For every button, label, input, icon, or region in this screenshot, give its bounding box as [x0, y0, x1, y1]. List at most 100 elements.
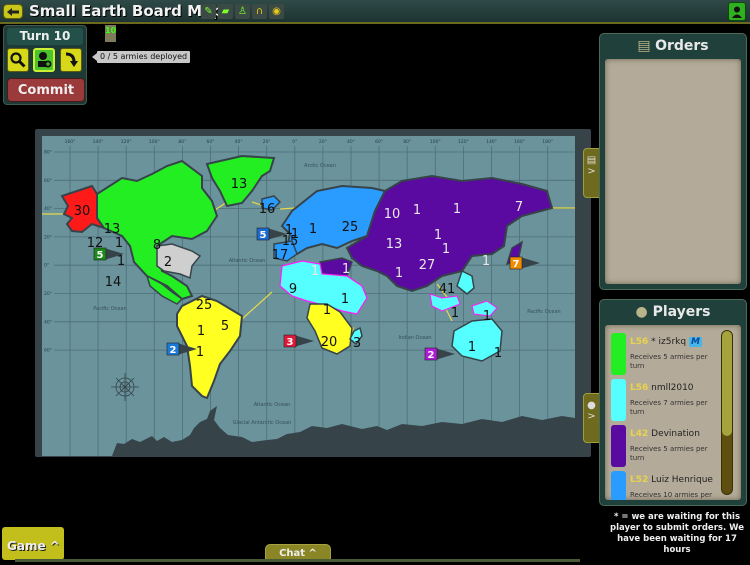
profile-button[interactable]	[728, 2, 746, 21]
map-svg: 160° 140° 120° 100° 80° 60° 40° 20° 0° 20° 40° 60° 8…	[42, 139, 575, 456]
army-count[interactable]: 1	[342, 262, 350, 277]
territory-southeast-asia[interactable]	[456, 269, 475, 295]
army-count[interactable]: 1	[451, 306, 459, 321]
army-count[interactable]: 1	[196, 345, 204, 360]
players-panel: ● Players L56 * iz5rkq M Receives 5 armi…	[599, 299, 747, 506]
army-count[interactable]: 41	[439, 282, 456, 297]
latitude-label: 80°	[44, 150, 52, 156]
army-count[interactable]: 1	[341, 292, 349, 307]
chevron-right-icon: >	[587, 411, 596, 422]
player-row[interactable]: L42 Devination Receives 5 armies per tur…	[611, 425, 723, 471]
army-count[interactable]: 1	[434, 228, 442, 243]
army-count[interactable]: 5	[221, 319, 229, 334]
end-turn-button[interactable]	[60, 48, 82, 72]
army-count[interactable]: 17	[272, 248, 289, 263]
longitude-label: 20°	[319, 139, 327, 145]
player-row[interactable]: L52 Luiz Henrique Receives 10 armies per…	[611, 471, 723, 500]
army-count[interactable]: 13	[104, 222, 121, 237]
player-income: Receives 5 armies per turn	[630, 445, 708, 462]
top-bar: Small Earth Board Map ✎ ▰ ♙ ∩ ◉	[0, 0, 750, 24]
person-icon	[732, 6, 742, 18]
longitude-label: 40°	[235, 139, 243, 145]
head-icon: ●	[587, 400, 596, 411]
vision-icon[interactable]: ◉	[269, 4, 284, 19]
longitude-label: 0°	[292, 139, 297, 145]
game-title: Small Earth Board Map	[29, 2, 223, 20]
player-name: nmll2010	[651, 383, 694, 393]
player-color	[611, 379, 626, 421]
players-scrollbar[interactable]	[721, 330, 733, 495]
army-count[interactable]: 1	[197, 324, 205, 339]
army-count[interactable]: 1	[413, 203, 421, 218]
cards-count-icon[interactable]: 10	[105, 25, 116, 42]
army-count[interactable]: 1	[323, 303, 331, 318]
turn-panel: Turn 10 Commit	[3, 25, 87, 105]
player-name: Luiz Henrique	[651, 475, 713, 485]
army-count[interactable]: 9	[289, 282, 297, 297]
army-count[interactable]: 14	[105, 275, 122, 290]
latitude-label: 20°	[44, 291, 52, 297]
antarctica	[112, 406, 575, 456]
player-name: Devination	[651, 429, 700, 439]
army-count[interactable]: 20	[321, 335, 338, 350]
army-count[interactable]: 1	[309, 222, 317, 237]
army-count[interactable]: 1	[442, 242, 450, 257]
chat-label: Chat	[279, 548, 306, 559]
player-row[interactable]: L56 * iz5rkq M Receives 5 armies per tur…	[611, 333, 723, 379]
army-count[interactable]: 13	[386, 237, 403, 252]
commit-button[interactable]: Commit	[7, 78, 85, 102]
chevron-up-icon: ^	[305, 548, 317, 559]
players-title: Players	[652, 304, 711, 320]
army-count[interactable]: 15	[282, 234, 299, 249]
army-count[interactable]: 1	[483, 309, 491, 324]
orders-header: ▤ Orders	[600, 34, 746, 58]
player-color	[611, 425, 626, 467]
latitude-label: 20°	[44, 234, 52, 240]
player-income: Receives 5 armies per turn	[630, 353, 708, 370]
player-income: Receives 10 armies per turn	[630, 491, 713, 499]
world-map: 160° 140° 120° 100° 80° 60° 40° 20° 0° 20° 40° 60° 8…	[42, 136, 575, 456]
army-count[interactable]: 7	[515, 200, 523, 215]
army-count[interactable]: 10	[384, 207, 401, 222]
army-count[interactable]: 2	[164, 255, 172, 270]
player-row[interactable]: L56 nmll2010 Receives 7 armies per turn	[611, 379, 723, 425]
army-count[interactable]: 1	[468, 340, 476, 355]
army-count[interactable]: 13	[231, 177, 248, 192]
back-button[interactable]	[3, 4, 23, 19]
deploy-soldier-icon	[38, 52, 52, 68]
longitude-label: 160°	[65, 139, 76, 145]
army-count[interactable]: 1	[453, 202, 461, 217]
bonus-flag[interactable]: 7	[509, 256, 540, 270]
latitude-label: 0°	[44, 263, 49, 269]
players-collapse-tab[interactable]: ● >	[583, 393, 600, 443]
cards-icon[interactable]: ▰	[218, 4, 233, 19]
luck-icon[interactable]: ✎	[201, 4, 216, 19]
army-count[interactable]: 27	[419, 258, 436, 273]
game-menu-button[interactable]: Game ^	[2, 527, 64, 560]
army-count[interactable]: 1	[395, 266, 403, 281]
army-count[interactable]: 3	[353, 336, 361, 351]
latitude-label: 40°	[44, 206, 52, 212]
army-count[interactable]: 8	[153, 238, 161, 253]
army-count[interactable]: 1	[482, 254, 490, 269]
army-count[interactable]: 1	[494, 346, 502, 361]
clipboard-icon: ▤	[586, 155, 597, 166]
longitude-label: 60°	[375, 139, 383, 145]
army-count[interactable]: 16	[259, 202, 276, 217]
player-level: L52	[630, 475, 649, 485]
army-count[interactable]: 25	[342, 220, 359, 235]
deploy-button[interactable]	[33, 48, 55, 72]
bonus-flag[interactable]: 3	[283, 334, 314, 348]
scrollbar-thumb[interactable]	[722, 331, 732, 436]
zoom-button[interactable]	[7, 48, 29, 72]
army-count[interactable]: 1	[115, 236, 123, 251]
army-count[interactable]: 1	[311, 264, 319, 279]
orders-collapse-tab[interactable]: ▤ >	[583, 148, 600, 198]
army-count[interactable]: 1	[117, 254, 125, 269]
attack-icon[interactable]: ∩	[252, 4, 267, 19]
army-count[interactable]: 25	[196, 298, 213, 313]
waiting-note: * = we are waiting for this player to su…	[610, 512, 744, 555]
longitude-label: 100°	[149, 139, 160, 145]
army-count[interactable]: 30	[74, 204, 91, 219]
fog-icon[interactable]: ♙	[235, 4, 250, 19]
